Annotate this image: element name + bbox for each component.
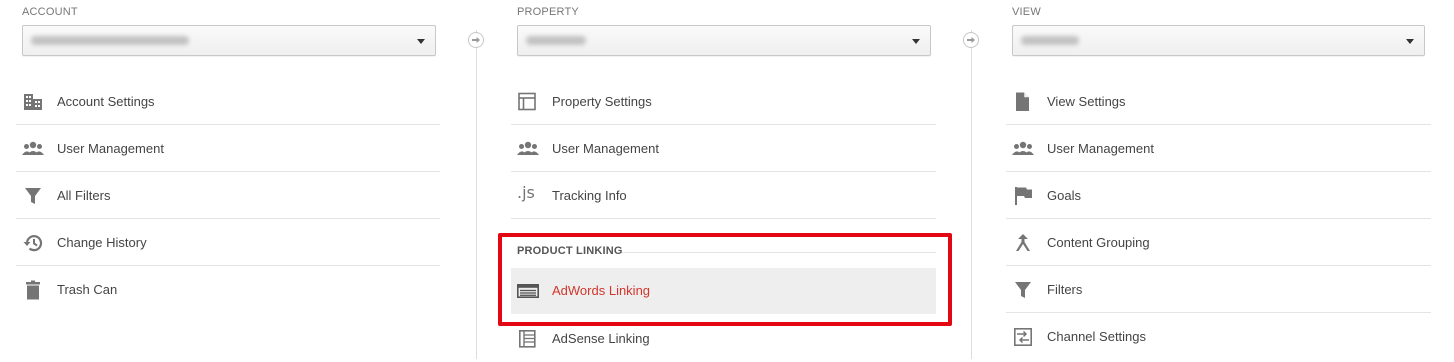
- account-user-management-label: User Management: [57, 141, 164, 156]
- property-select[interactable]: [517, 25, 931, 56]
- view-settings-item[interactable]: View Settings: [1006, 79, 1431, 125]
- view-filters-label: Filters: [1047, 282, 1083, 297]
- layout-icon: [518, 92, 536, 111]
- filter-icon: [1015, 282, 1031, 298]
- view-select[interactable]: [1012, 25, 1425, 56]
- view-settings-label: View Settings: [1047, 94, 1126, 109]
- account-column-label: ACCOUNT: [22, 6, 78, 18]
- building-icon: [24, 94, 42, 110]
- account-select[interactable]: [22, 25, 436, 56]
- adsense-linking-label: AdSense Linking: [552, 331, 650, 346]
- users-icon: [22, 141, 44, 155]
- view-filters-item[interactable]: Filters: [1006, 267, 1431, 313]
- content-grouping-item[interactable]: Content Grouping: [1006, 220, 1431, 266]
- change-history-item[interactable]: Change History: [16, 220, 440, 266]
- property-select-value: [526, 36, 586, 45]
- column-divider: [971, 30, 972, 359]
- chevron-down-icon: [1406, 39, 1414, 44]
- users-icon: [1012, 141, 1034, 155]
- content-grouping-label: Content Grouping: [1047, 235, 1150, 250]
- channel-icon: [1013, 327, 1032, 346]
- property-user-management-item[interactable]: User Management: [511, 126, 936, 172]
- tracking-info-item[interactable]: .js Tracking Info: [511, 173, 936, 219]
- grouping-icon: [1016, 234, 1030, 251]
- view-column-label: VIEW: [1012, 6, 1041, 18]
- trash-can-item[interactable]: Trash Can: [16, 267, 440, 313]
- change-history-label: Change History: [57, 235, 147, 250]
- trash-icon: [26, 280, 40, 300]
- view-user-management-label: User Management: [1047, 141, 1154, 156]
- trash-can-label: Trash Can: [57, 282, 118, 297]
- all-filters-item[interactable]: All Filters: [16, 173, 440, 219]
- account-settings-label: Account Settings: [57, 94, 155, 109]
- column-divider: [476, 30, 477, 359]
- all-filters-label: All Filters: [57, 188, 111, 203]
- channel-settings-label: Channel Settings: [1047, 329, 1147, 344]
- document-icon: [1016, 92, 1029, 111]
- goals-label: Goals: [1047, 188, 1081, 203]
- js-icon: .js: [517, 183, 535, 202]
- view-user-management-item[interactable]: User Management: [1006, 126, 1431, 172]
- chevron-down-icon: [912, 39, 920, 44]
- account-settings-item[interactable]: Account Settings: [16, 79, 440, 125]
- channel-settings-item[interactable]: Channel Settings: [1006, 314, 1431, 360]
- account-select-value: [31, 36, 189, 45]
- users-icon: [517, 141, 539, 155]
- history-icon: [23, 235, 43, 252]
- property-settings-label: Property Settings: [552, 94, 652, 109]
- property-column-label: PROPERTY: [517, 6, 579, 18]
- adsense-icon: [518, 329, 536, 348]
- goals-item[interactable]: Goals: [1006, 173, 1431, 219]
- view-select-value: [1021, 36, 1079, 45]
- chevron-down-icon: [417, 39, 425, 44]
- arrow-right-icon: [963, 32, 979, 48]
- arrow-right-icon: [468, 32, 484, 48]
- tracking-info-label: Tracking Info: [552, 188, 627, 203]
- property-user-management-label: User Management: [552, 141, 659, 156]
- property-settings-item[interactable]: Property Settings: [511, 79, 936, 125]
- flag-icon: [1015, 187, 1032, 205]
- account-user-management-item[interactable]: User Management: [16, 126, 440, 172]
- highlight-box: [498, 233, 952, 326]
- filter-icon: [25, 188, 41, 204]
